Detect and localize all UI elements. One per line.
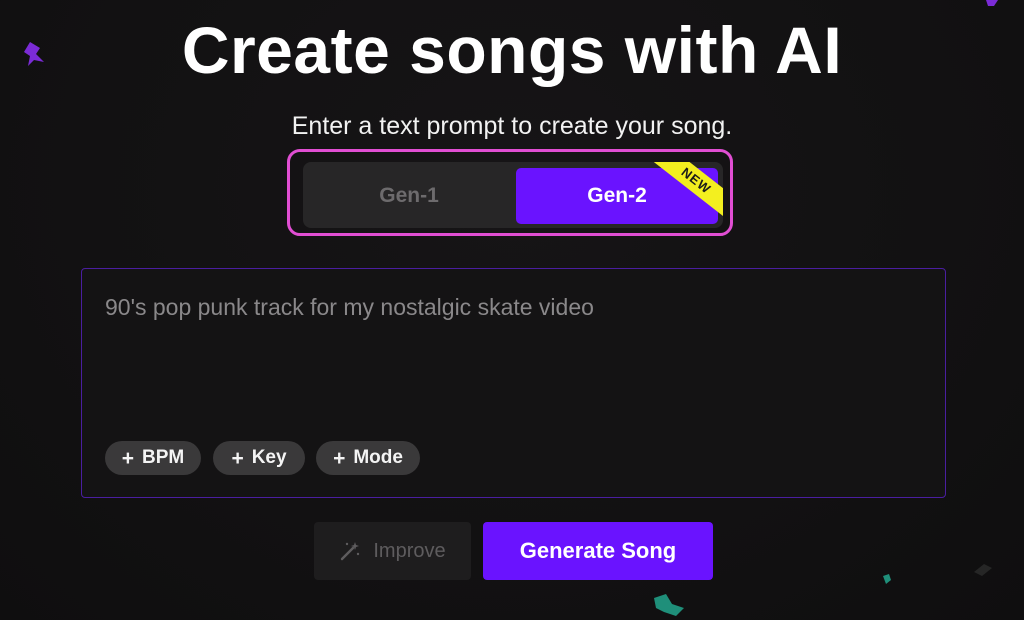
page-subtitle: Enter a text prompt to create your song. xyxy=(291,112,733,140)
confetti-decoration xyxy=(654,594,684,616)
confetti-decoration xyxy=(986,0,998,6)
model-toggle: Gen-1 Gen-2 NEW xyxy=(303,162,723,228)
plus-icon: + xyxy=(121,446,135,470)
magic-wand-icon xyxy=(341,542,360,561)
chip-label: Mode xyxy=(353,447,403,468)
add-mode-button[interactable]: + Mode xyxy=(316,441,420,475)
tab-gen-1[interactable]: Gen-1 xyxy=(309,168,509,224)
plus-icon: + xyxy=(231,446,244,470)
generate-song-button[interactable]: Generate Song xyxy=(483,522,713,580)
prompt-input[interactable]: 90's pop punk track for my nostalgic ska… xyxy=(105,292,905,322)
song-generator-page: Create songs with AI Enter a text prompt… xyxy=(0,0,1024,620)
chip-label: Key xyxy=(251,447,287,468)
page-title: Create songs with AI xyxy=(181,13,843,87)
prompt-input-box[interactable]: 90's pop punk track for my nostalgic ska… xyxy=(81,268,946,498)
improve-button[interactable]: Improve xyxy=(314,522,471,580)
confetti-decoration xyxy=(883,574,891,584)
improve-label: Improve xyxy=(373,539,446,562)
confetti-decoration xyxy=(974,564,992,576)
chip-label: BPM xyxy=(142,447,185,468)
add-key-button[interactable]: + Key xyxy=(213,441,305,475)
plus-icon: + xyxy=(333,446,346,470)
add-bpm-button[interactable]: + BPM xyxy=(105,441,201,475)
